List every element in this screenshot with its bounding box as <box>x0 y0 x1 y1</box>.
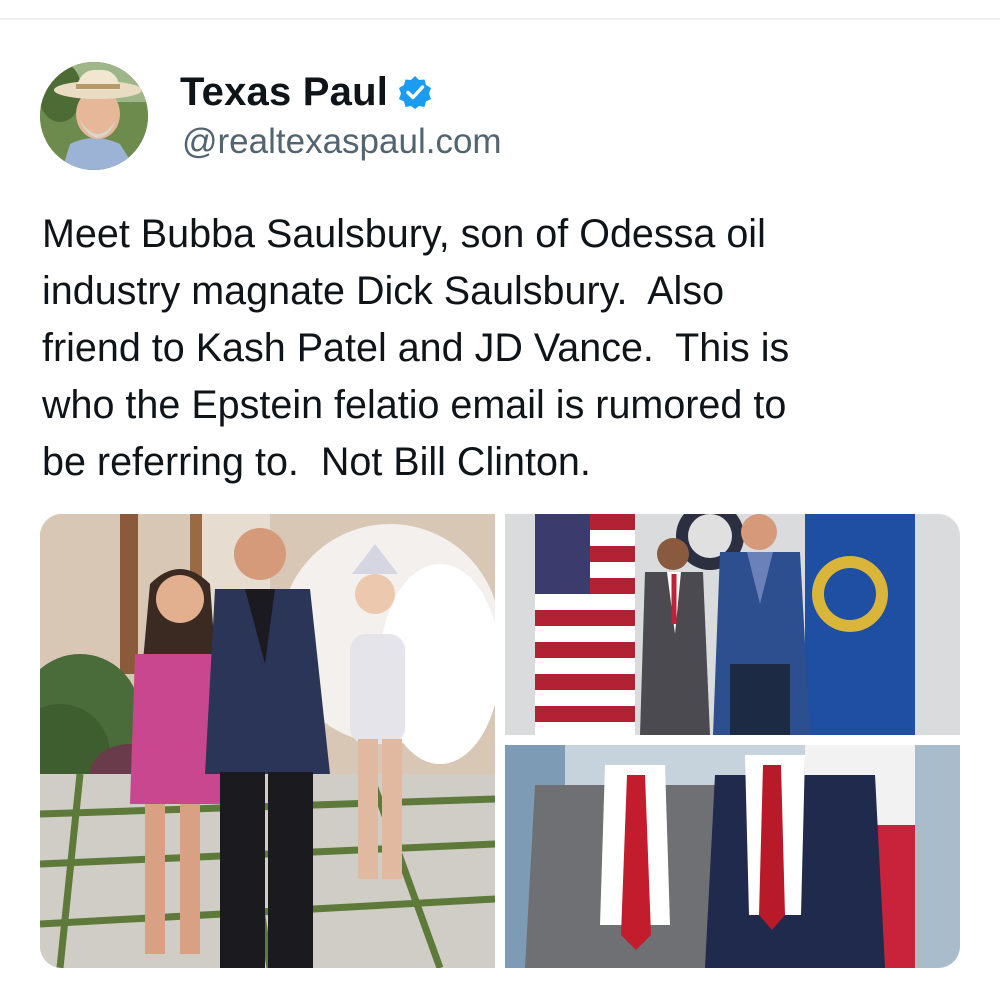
author-name-row: Texas Paul <box>180 68 432 116</box>
media-photo-1[interactable] <box>40 514 495 968</box>
author-avatar[interactable] <box>40 62 148 170</box>
media-photo-2[interactable] <box>505 514 960 735</box>
media-grid <box>40 514 960 968</box>
post-card: Texas Paul @realtexaspaul.com Meet Bubba… <box>0 0 1000 1000</box>
post-text: Meet Bubba Saulsbury, son of Odessa oil … <box>42 212 790 484</box>
author-handle[interactable]: @realtexaspaul.com <box>182 122 502 162</box>
author-display-name[interactable]: Texas Paul <box>180 70 388 115</box>
media-photo-3[interactable] <box>505 745 960 968</box>
verified-badge-icon <box>399 76 432 109</box>
